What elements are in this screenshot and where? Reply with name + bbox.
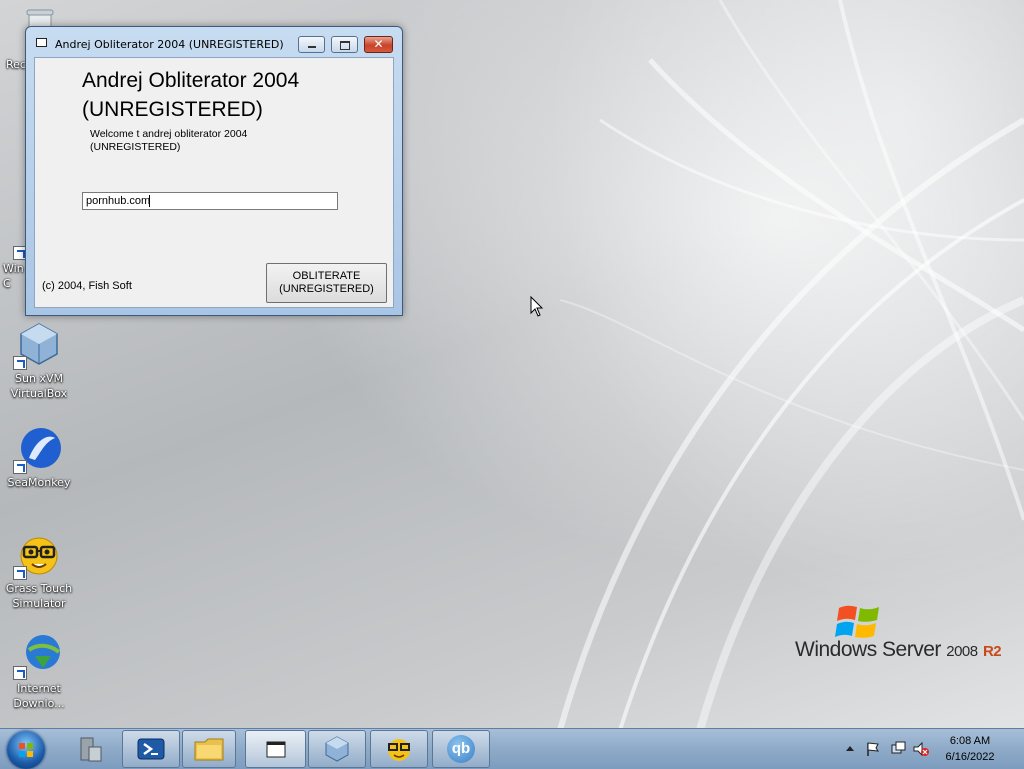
welcome-line-1: Welcome t andrej obliterator 2004 [90, 128, 248, 140]
download-globe-icon [13, 630, 63, 680]
powershell-icon [137, 738, 165, 760]
welcome-line-2: (UNREGISTERED) [90, 141, 181, 153]
qbittorrent-icon: qb [447, 735, 475, 763]
taskbar-explorer[interactable] [182, 730, 236, 768]
mouse-cursor-icon [530, 296, 544, 317]
tray-icons [846, 741, 929, 757]
window-titlebar[interactable]: Andrej Obliterator 2004 (UNREGISTERED) ✕ [26, 27, 402, 57]
welcome-text: Welcome t andrej obliterator 2004 (UNREG… [90, 128, 310, 154]
obliterate-button-line-1: OBLITERATE [292, 270, 361, 282]
windows-server-logo: Windows Server 2008 R2 [795, 600, 1005, 670]
windows-logo-icon [19, 743, 33, 757]
clock-time: 6:08 AM [949, 735, 991, 747]
brand-edition: R2 [982, 643, 1002, 660]
window-title: Andrej Obliterator 2004 (UNREGISTERED) [55, 38, 284, 51]
folder-icon [194, 738, 224, 761]
desktop-icon-label: Sun xVM VirtualBox [10, 372, 68, 400]
window-app-icon [36, 38, 47, 47]
taskbar-qbittorrent[interactable]: qb [432, 730, 490, 768]
server-manager-icon [80, 737, 102, 762]
windows-flag-icon [835, 605, 879, 638]
obliterator-window: Andrej Obliterator 2004 (UNREGISTERED) ✕… [25, 26, 403, 316]
target-url-input[interactable] [82, 192, 338, 210]
taskbar-grass-touch[interactable] [370, 730, 428, 768]
dialog-heading: Andrej Obliterator 2004 (UNREGISTERED) [82, 66, 372, 124]
desktop-icon-label: Grass Touch Simulator [5, 582, 73, 610]
shortcut-arrow-icon [13, 666, 27, 680]
dialog-client-area: Andrej Obliterator 2004 (UNREGISTERED) W… [34, 57, 394, 308]
start-button[interactable] [7, 731, 45, 769]
action-center-flag-icon [867, 742, 880, 756]
nerd-face-icon [388, 739, 410, 761]
maximize-button[interactable] [331, 36, 358, 53]
brand-name: Windows Server [795, 638, 941, 661]
desktop-icon-label: SeaMonkey [7, 476, 71, 489]
taskbar-powershell[interactable] [122, 730, 180, 768]
nerd-face-icon [13, 530, 63, 580]
heading-line-2: (UNREGISTERED) [82, 98, 263, 121]
virtualbox-icon [325, 736, 349, 762]
network-icon [891, 741, 906, 754]
windows-server-wordmark: Windows Server 2008 R2 [795, 638, 1002, 662]
virtualbox-icon [13, 320, 63, 370]
copyright-label: (c) 2004, Fish Soft [42, 280, 132, 292]
desktop-icon-virtualbox[interactable]: Sun xVM VirtualBox [0, 320, 78, 401]
taskbar-server-manager[interactable] [62, 730, 118, 768]
desktop-icon-seamonkey[interactable]: SeaMonkey [0, 424, 78, 490]
clock-date: 6/16/2022 [945, 751, 995, 763]
minimize-button[interactable] [298, 36, 325, 53]
shortcut-arrow-icon [13, 460, 27, 474]
close-icon: ✕ [373, 37, 384, 51]
desktop-icon-internet-download[interactable]: Internet Downlo... [0, 630, 78, 711]
seamonkey-icon [13, 424, 63, 474]
volume-muted-icon [913, 741, 929, 757]
desktop-icon-label: Internet Downlo... [13, 682, 65, 710]
taskbar-clock[interactable]: 6:08 AM 6/16/2022 [930, 733, 1010, 765]
window-app-icon [266, 741, 285, 758]
shortcut-arrow-icon [13, 566, 27, 580]
brand-version: 2008 [946, 643, 978, 660]
desktop-icon-grass-touch-simulator[interactable]: Grass Touch Simulator [0, 530, 78, 611]
show-hidden-icons-icon [846, 746, 854, 751]
system-tray [840, 739, 930, 759]
taskbar-virtualbox[interactable] [308, 730, 366, 768]
obliterate-button-line-2: (UNREGISTERED) [279, 283, 374, 295]
taskbar-obliterator-window[interactable] [245, 730, 306, 768]
text-caret [149, 195, 150, 207]
heading-line-1: Andrej Obliterator 2004 [82, 69, 300, 92]
taskbar: qb 6:08 AM 6/16/2022 [0, 728, 1024, 769]
obliterate-button[interactable]: OBLITERATE (UNREGISTERED) [266, 263, 387, 303]
close-button[interactable]: ✕ [364, 36, 393, 53]
shortcut-arrow-icon [13, 356, 27, 370]
